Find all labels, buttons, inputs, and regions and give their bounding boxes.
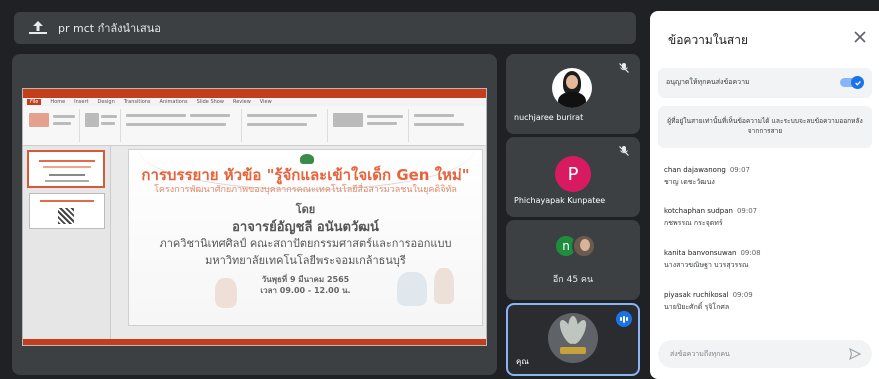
message-sender: kanita banvonsuwan <box>664 249 737 257</box>
ribbon-group <box>329 109 409 142</box>
ppt-tab-file: File <box>27 99 42 105</box>
slide-thumbnails <box>23 146 111 342</box>
ppt-title-bar <box>23 89 486 98</box>
participant-name: nuchjaree burirat <box>514 113 584 122</box>
avatar: P <box>555 156 591 192</box>
slide-time: เวลา 09.00 - 12.00 น. <box>260 286 351 295</box>
message-sender: chan dajawanong <box>664 166 726 174</box>
ppt-ribbon-tabs: File Home Insert Design Transitions Anim… <box>23 98 486 106</box>
allow-messages-setting: อนุญาตให้ทุกคนส่งข้อความ <box>658 68 872 98</box>
chat-compose-input[interactable]: ส่งข้อความถึงทุกคน <box>658 340 872 368</box>
mic-off-icon <box>619 146 629 156</box>
message-time: 09:07 <box>736 207 758 215</box>
ppt-tab-insert: Insert <box>74 99 89 105</box>
more-participants-label: อีก 45 คน <box>552 275 594 285</box>
participant-tile[interactable]: nuchjaree burirat <box>506 54 640 134</box>
ribbon-group <box>410 109 480 142</box>
ribbon-group <box>122 109 242 142</box>
ppt-status-bar <box>23 339 486 345</box>
slide-department: ภาควิชานิเทศศิลป์ คณะสถาปัตยกรรมศาสตร์แล… <box>159 237 452 250</box>
allow-messages-label: อนุญาตให้ทุกคนส่งข้อความ <box>666 78 750 86</box>
participant-name: Phichayapak Kunpatee <box>514 196 606 205</box>
message-time: 09:08 <box>740 249 761 257</box>
participant-tile[interactable]: P Phichayapak Kunpatee <box>506 137 640 217</box>
message-sender: piyasak ruchikosal <box>664 291 729 299</box>
message-text: นางสาวขณิษฐา บวรสุวรรณ <box>664 261 749 269</box>
message-time: 09:07 <box>729 166 751 174</box>
self-tile[interactable]: คุณ <box>506 303 640 376</box>
ppt-tab-review: Review <box>232 99 251 105</box>
mic-off-icon <box>619 63 629 73</box>
current-slide: การบรรยาย หัวข้อ "รู้จักและเข้าใจเด็ก Ge… <box>128 149 483 326</box>
ppt-tab-view: View <box>259 99 272 105</box>
ribbon-group <box>243 109 328 142</box>
message-text: ชาญ เดชะวัฒนง <box>664 178 715 186</box>
ppt-tab-slideshow: Slide Show <box>196 99 224 105</box>
compose-placeholder: ส่งข้อความถึงทุกคน <box>670 350 730 358</box>
chat-message: kotchaphan sudpan 09:07 กชพรรณ กระจุดทร์ <box>664 207 864 229</box>
chat-notice: ผู้ที่อยู่ในสายเท่านั้นที่เห็นข้อความได้… <box>658 106 872 148</box>
allow-messages-toggle[interactable] <box>840 76 864 89</box>
more-participants-tile[interactable]: n อีก 45 คน <box>506 220 640 300</box>
message-text: กชพรรณ กระจุดทร์ <box>664 219 723 227</box>
message-time: 09:09 <box>732 291 753 299</box>
message-sender: kotchaphan sudpan <box>664 207 733 215</box>
ppt-tab-animations: Animations <box>159 99 188 105</box>
ribbon-group <box>25 109 80 142</box>
ppt-tab-transitions: Transitions <box>123 99 151 105</box>
ppt-ribbon <box>23 106 486 146</box>
avatar <box>548 313 598 363</box>
slide-university: มหาวิทยาลัยเทคโนโลยีพระจอมเกล้าธนบุรี <box>205 254 406 267</box>
avatar-group: n <box>550 232 596 260</box>
avatar <box>552 68 592 108</box>
shared-screen: File Home Insert Design Transitions Anim… <box>22 88 487 346</box>
slide-thumbnail <box>27 150 105 188</box>
presenting-label: pr mct กำลังนำเสนอ <box>58 22 161 35</box>
chat-message: chan dajawanong 09:07 ชาญ เดชะวัฒนง <box>664 166 864 188</box>
close-icon[interactable] <box>851 28 869 46</box>
send-icon[interactable] <box>848 347 862 361</box>
presenting-banner[interactable]: pr mct กำลังนำเสนอ <box>14 12 636 44</box>
ppt-tab-home: Home <box>50 99 66 105</box>
ppt-tab-design: Design <box>97 99 115 105</box>
check-icon <box>851 76 864 89</box>
chat-message: kanita banvonsuwan 09:08 นางสาวขณิษฐา บวร… <box>664 249 864 271</box>
slide-subtitle: โครงการพัฒนาศักยภาพของบุคลากรคณะเทคโนโลย… <box>154 185 457 195</box>
speaking-indicator-icon <box>616 311 632 327</box>
panel-title: ข้อความในสาย <box>668 33 748 47</box>
presentation-bar: pr mct กำลังนำเสนอ <box>0 0 645 48</box>
ribbon-group <box>81 109 121 142</box>
avatar <box>572 234 596 258</box>
chat-message: piyasak ruchikosal 09:09 นายปิยะศักดิ์ รุ… <box>664 291 864 313</box>
chat-panel: ข้อความในสาย อนุญาตให้ทุกคนส่งข้อความ ผู… <box>650 11 879 379</box>
participant-name: คุณ <box>516 357 529 366</box>
present-to-all-icon <box>29 21 47 34</box>
slide-thumbnail <box>29 193 105 229</box>
message-text: นายปิยะศักดิ์ รุจิโกศล <box>664 303 730 311</box>
